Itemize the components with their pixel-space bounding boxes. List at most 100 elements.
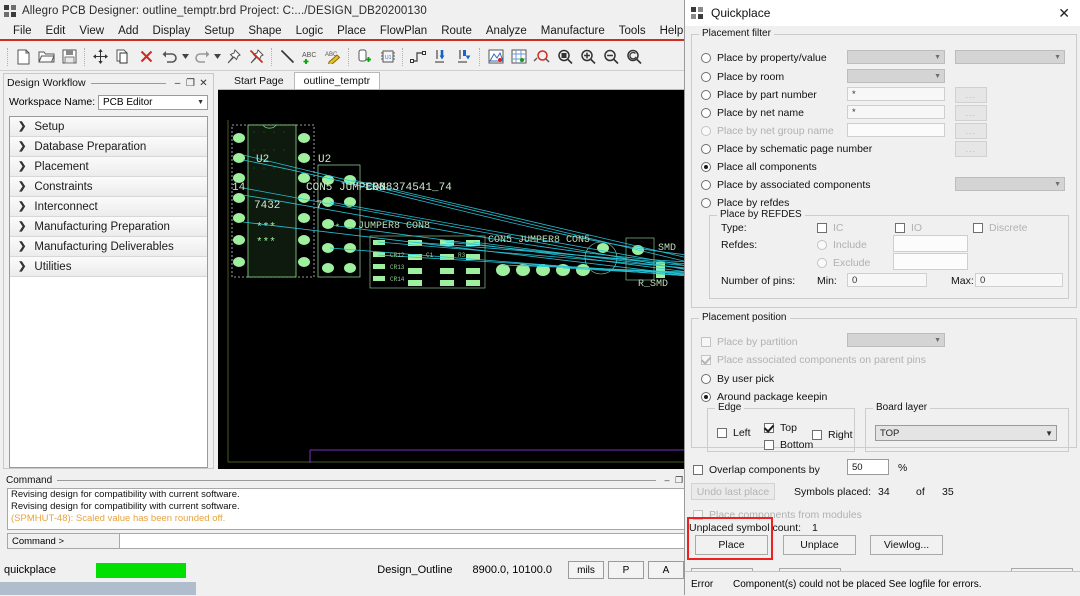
menu-tools[interactable]: Tools	[612, 24, 653, 38]
dock-close-button[interactable]: ✕	[197, 78, 210, 89]
menu-place[interactable]: Place	[330, 24, 373, 38]
checkbox-edge-top[interactable]: Top	[764, 420, 797, 436]
command-log[interactable]: Revising design for compatibility with c…	[7, 488, 686, 530]
radio-place-by-net-name[interactable]: Place by net name	[701, 105, 804, 121]
tab-outline-temptr[interactable]: outline_temptr	[293, 72, 381, 89]
sidebar-item-database-preparation[interactable]: ❯ Database Preparation	[10, 137, 207, 157]
vertex-icon[interactable]	[453, 46, 476, 68]
sidebar-item-manufacturing-deliverables[interactable]: ❯ Manufacturing Deliverables	[10, 237, 207, 257]
pcb-canvas[interactable]: U2 U2 7432 7 14 CON8374541_74 CON5 JUMPER8…	[218, 90, 688, 469]
radio-refdes-include[interactable]: Include	[817, 237, 867, 253]
checkbox-edge-bottom[interactable]: Bottom	[764, 437, 813, 453]
place-button[interactable]: Place	[695, 535, 768, 555]
associated-components-select[interactable]: ▼	[955, 177, 1065, 191]
redo-dropdown-icon[interactable]	[213, 46, 222, 68]
checkbox-overlap-components[interactable]: Overlap components by	[693, 462, 820, 478]
dock-minimize-button[interactable]: –	[171, 78, 184, 89]
radio-place-by-property-value[interactable]: Place by property/value	[701, 50, 827, 66]
drc-icon[interactable]	[484, 46, 507, 68]
menu-manufacture[interactable]: Manufacture	[534, 24, 612, 38]
open-folder-icon[interactable]	[35, 46, 58, 68]
status-units-button[interactable]: mils	[568, 561, 604, 579]
zoom-fit-icon[interactable]	[553, 46, 576, 68]
part-number-input[interactable]: *	[847, 87, 945, 101]
menu-logic[interactable]: Logic	[289, 24, 331, 38]
checkbox-edge-right[interactable]: Right	[812, 427, 853, 443]
sidebar-item-setup[interactable]: ❯ Setup	[10, 117, 207, 137]
zoom-out-icon[interactable]	[599, 46, 622, 68]
redo-icon[interactable]	[190, 46, 213, 68]
part-number-browse-button[interactable]: ...	[955, 87, 987, 103]
new-file-icon[interactable]	[12, 46, 35, 68]
overlap-percent-input[interactable]: 50	[847, 459, 889, 475]
radio-refdes-exclude[interactable]: Exclude	[817, 255, 870, 271]
room-select[interactable]: ▼	[847, 69, 945, 83]
menu-edit[interactable]: Edit	[39, 24, 73, 38]
menu-shape[interactable]: Shape	[241, 24, 288, 38]
property-name-select[interactable]: ▼	[847, 50, 945, 64]
net-name-input[interactable]: *	[847, 105, 945, 119]
refdes-exclude-input[interactable]	[893, 253, 968, 270]
tab-start-page[interactable]: Start Page	[224, 72, 294, 89]
undo-dropdown-icon[interactable]	[181, 46, 190, 68]
slide-icon[interactable]	[430, 46, 453, 68]
unplace-button[interactable]: Unplace	[783, 535, 856, 555]
radio-place-all-components[interactable]: Place all components	[701, 159, 817, 175]
radio-place-by-part-number[interactable]: Place by part number	[701, 87, 817, 103]
menu-add[interactable]: Add	[111, 24, 145, 38]
pins-max-input[interactable]: 0	[975, 273, 1063, 287]
menu-analyze[interactable]: Analyze	[479, 24, 534, 38]
sidebar-item-placement[interactable]: ❯ Placement	[10, 157, 207, 177]
close-icon[interactable]: ✕	[1054, 5, 1074, 22]
line-icon[interactable]	[276, 46, 299, 68]
schematic-page-browse-button[interactable]: ...	[955, 141, 987, 157]
checkbox-edge-left[interactable]: Left	[717, 425, 751, 441]
sidebar-item-utilities[interactable]: ❯ Utilities	[10, 257, 207, 277]
copy-icon[interactable]	[112, 46, 135, 68]
radio-place-by-associated-components[interactable]: Place by associated components	[701, 177, 871, 193]
dock-float-button[interactable]: ❐	[184, 78, 197, 89]
document-tabs[interactable]: Start Page outline_temptr	[218, 72, 688, 90]
radio-place-by-room[interactable]: Place by room	[701, 69, 784, 85]
menu-file[interactable]: File	[6, 24, 39, 38]
checkbox-type-ic[interactable]: IC	[817, 220, 844, 236]
pins-min-input[interactable]: 0	[847, 273, 927, 287]
delete-x-icon[interactable]	[135, 46, 158, 68]
checkbox-type-io[interactable]: IO	[895, 220, 922, 236]
status-angle-mode-button[interactable]: A	[648, 561, 684, 579]
menu-route[interactable]: Route	[434, 24, 479, 38]
save-icon[interactable]	[58, 46, 81, 68]
menu-display[interactable]: Display	[146, 24, 198, 38]
zoom-previous-icon[interactable]	[622, 46, 645, 68]
menu-setup[interactable]: Setup	[197, 24, 241, 38]
grid-icon[interactable]	[507, 46, 530, 68]
place-ic-icon[interactable]: U1	[376, 46, 399, 68]
viewlog-button[interactable]: Viewlog...	[870, 535, 943, 555]
edit-text-icon[interactable]: ABC	[322, 46, 345, 68]
place-component-icon[interactable]	[353, 46, 376, 68]
add-text-icon[interactable]: ABC	[299, 46, 322, 68]
move-icon[interactable]	[89, 46, 112, 68]
net-name-browse-button[interactable]: ...	[955, 105, 987, 121]
property-value-select[interactable]: ▼	[955, 50, 1065, 64]
unpin-icon[interactable]	[245, 46, 268, 68]
checkbox-type-discrete[interactable]: Discrete	[973, 220, 1028, 236]
zoom-in-icon[interactable]	[576, 46, 599, 68]
zoom-points-icon[interactable]	[530, 46, 553, 68]
menu-flowplan[interactable]: FlowPlan	[373, 24, 434, 38]
pin-icon[interactable]	[222, 46, 245, 68]
menu-view[interactable]: View	[72, 24, 111, 38]
sidebar-item-constraints[interactable]: ❯ Constraints	[10, 177, 207, 197]
command-input[interactable]	[120, 533, 686, 549]
sidebar-item-interconnect[interactable]: ❯ Interconnect	[10, 197, 207, 217]
refdes-include-input[interactable]	[893, 235, 968, 252]
status-pick-mode-button[interactable]: P	[608, 561, 644, 579]
workspace-name-select[interactable]: PCB Editor ▼	[98, 94, 208, 110]
sidebar-item-manufacturing-preparation[interactable]: ❯ Manufacturing Preparation	[10, 217, 207, 237]
undo-icon[interactable]	[158, 46, 181, 68]
command-minimize-button[interactable]: –	[661, 475, 673, 485]
radio-place-by-schematic-page-number[interactable]: Place by schematic page number	[701, 141, 872, 157]
board-layer-select[interactable]: TOP ▼	[875, 425, 1057, 441]
radio-by-user-pick[interactable]: By user pick	[701, 371, 774, 387]
route-connect-icon[interactable]	[407, 46, 430, 68]
